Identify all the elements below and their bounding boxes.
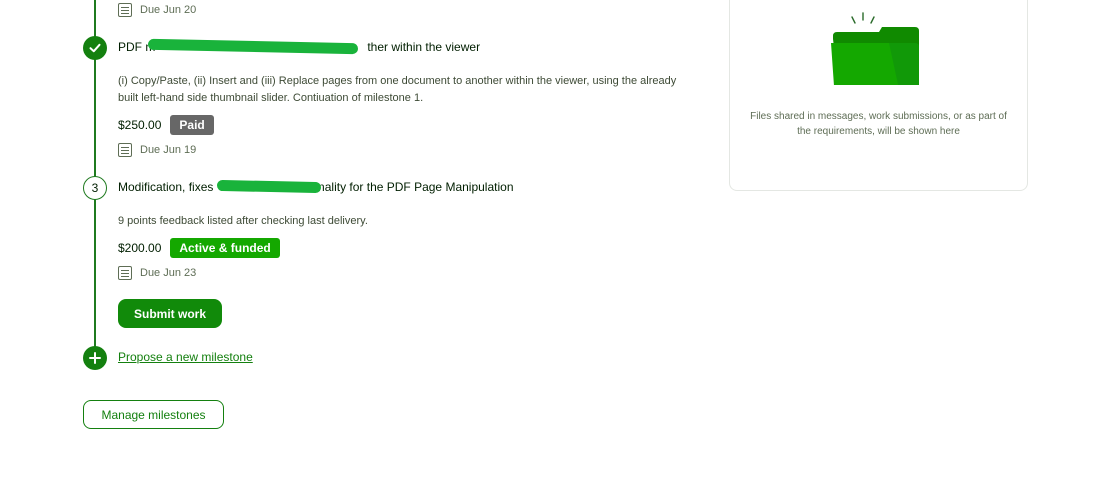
status-badge: Paid [170,115,214,135]
milestone-title-end: onality for the PDF Page Manipulation [311,180,514,194]
milestone-number-badge: 3 [83,176,107,200]
submit-work-button[interactable]: Submit work [118,299,222,328]
due-date: Due Jun 19 [140,144,197,156]
due-date: Due Jun 20 [140,4,197,16]
milestone-3-amount-row: $200.00 Active & funded [118,238,280,258]
calendar-icon [118,3,132,17]
milestone-2-due: Due Jun 19 [118,143,196,157]
milestone-title-end: ther within the viewer [367,40,481,54]
status-badge: Active & funded [170,238,280,258]
milestone-1-due: Due Jun 20 [118,3,196,17]
milestone-3-due: Due Jun 23 [118,266,196,280]
manage-milestones-button[interactable]: Manage milestones [83,400,224,429]
milestone-amount: $250.00 [118,118,162,132]
propose-milestone-link[interactable]: Propose a new milestone [118,350,253,364]
files-panel: Files shared in messages, work submissio… [729,0,1028,191]
calendar-icon [118,143,132,157]
milestone-title-start: Modification, fixes [118,180,214,194]
milestone-amount: $200.00 [118,241,162,255]
milestone-2-description: (i) Copy/Paste, (ii) Insert and (iii) Re… [118,75,677,104]
due-date: Due Jun 23 [140,267,197,279]
folder-icon [831,12,919,85]
completed-check-icon [83,36,107,60]
calendar-icon [118,266,132,280]
files-empty-text: Files shared in messages, work submissio… [750,111,1007,137]
redaction-mark [216,179,322,194]
milestone-3-description: 9 points feedback listed after checking … [118,215,368,227]
add-milestone-icon[interactable] [83,346,107,370]
milestone-2-amount-row: $250.00 Paid [118,115,214,135]
